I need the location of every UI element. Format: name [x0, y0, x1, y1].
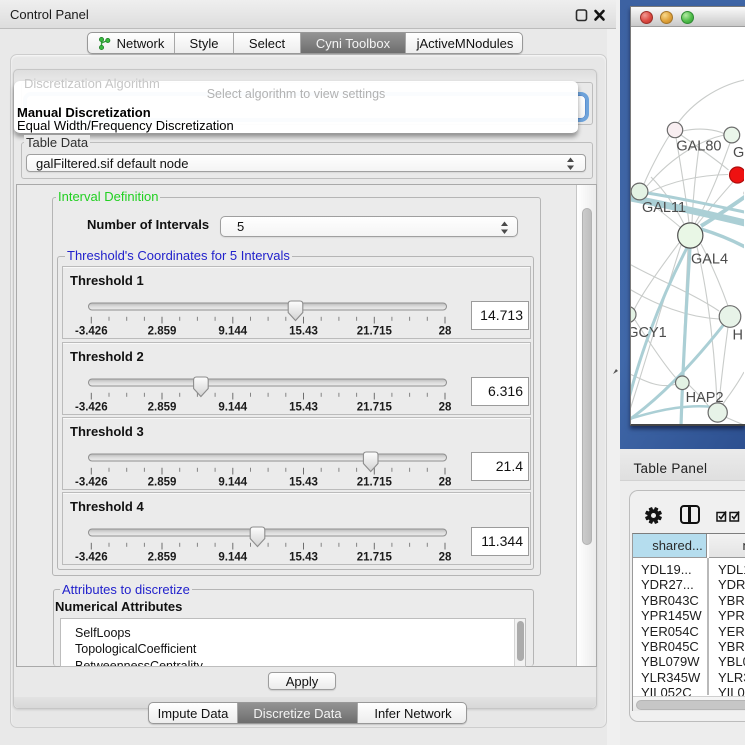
svg-text:-3.426: -3.426	[75, 401, 108, 413]
svg-text:21.715: 21.715	[357, 476, 393, 488]
svg-text:21.715: 21.715	[357, 551, 393, 563]
svg-text:21.715: 21.715	[357, 325, 393, 337]
svg-text:2.859: 2.859	[148, 401, 177, 413]
svg-text:GCY1: GCY1	[631, 325, 667, 341]
svg-text:15.43: 15.43	[289, 401, 318, 413]
svg-text:-3.426: -3.426	[75, 325, 108, 337]
svg-text:HAP2: HAP2	[686, 390, 724, 406]
svg-text:H: H	[733, 328, 743, 344]
svg-text:GAL4: GAL4	[691, 252, 728, 268]
svg-text:9.144: 9.144	[218, 401, 247, 413]
svg-text:C: C	[743, 186, 744, 202]
svg-text:9.144: 9.144	[218, 551, 247, 563]
svg-text:9.144: 9.144	[218, 325, 247, 337]
svg-text:GAL11: GAL11	[642, 200, 686, 216]
svg-text:28: 28	[439, 551, 452, 563]
svg-text:2.859: 2.859	[148, 325, 177, 337]
svg-text:2.859: 2.859	[148, 551, 177, 563]
svg-text:28: 28	[439, 476, 452, 488]
svg-text:-3.426: -3.426	[75, 476, 108, 488]
svg-text:2.859: 2.859	[148, 476, 177, 488]
svg-text:15.43: 15.43	[289, 551, 318, 563]
svg-text:21.715: 21.715	[357, 401, 393, 413]
svg-text:15.43: 15.43	[289, 476, 318, 488]
svg-text:28: 28	[439, 401, 452, 413]
svg-text:15.43: 15.43	[289, 325, 318, 337]
svg-text:28: 28	[439, 325, 452, 337]
svg-text:GAL80: GAL80	[676, 139, 721, 155]
svg-text:-3.426: -3.426	[75, 551, 108, 563]
svg-text:9.144: 9.144	[218, 476, 247, 488]
svg-text:GA: GA	[733, 145, 744, 161]
